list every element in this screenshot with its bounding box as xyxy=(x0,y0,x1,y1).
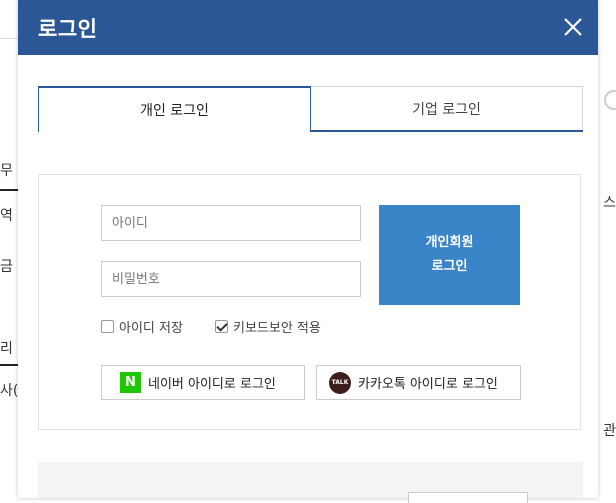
background-text: 사( xyxy=(0,383,19,399)
login-modal: 로그인 개인 로그인 기업 로그인 개인회원 로그인 아이디 저장 키보드보안 … xyxy=(18,0,598,503)
background-underline xyxy=(0,364,20,366)
id-input[interactable] xyxy=(101,205,361,241)
login-button[interactable]: 개인회원 로그인 xyxy=(379,205,520,305)
tab-corporate-login[interactable]: 기업 로그인 xyxy=(311,86,583,132)
bottom-panel xyxy=(38,462,583,503)
background-divider xyxy=(0,38,20,39)
background-text: 금 xyxy=(0,259,13,275)
checkbox-checked-icon xyxy=(215,320,228,333)
close-icon xyxy=(564,18,582,36)
background-text: 스 xyxy=(603,195,616,211)
tab-personal-login[interactable]: 개인 로그인 xyxy=(38,86,311,132)
close-button[interactable] xyxy=(560,14,586,40)
background-underline xyxy=(0,189,20,191)
tabs-underline xyxy=(311,130,583,132)
modal-header: 로그인 xyxy=(18,0,598,55)
kakao-login-button[interactable]: TALK 카카오톡 아이디로 로그인 xyxy=(316,365,521,400)
password-input[interactable] xyxy=(101,261,361,297)
background-text: 관 xyxy=(603,423,616,439)
keyboard-security-label: 키보드보안 적용 xyxy=(233,321,321,336)
kakao-login-label: 카카오톡 아이디로 로그인 xyxy=(358,377,498,392)
background-text: 리 xyxy=(0,341,13,357)
naver-login-button[interactable]: N 네이버 아이디로 로그인 xyxy=(101,365,305,400)
kakao-talk-icon: TALK xyxy=(329,371,351,394)
naver-login-label: 네이버 아이디로 로그인 xyxy=(148,377,276,392)
login-form: 개인회원 로그인 아이디 저장 키보드보안 적용 N 네이버 아이디로 로그인 … xyxy=(38,174,581,430)
save-id-checkbox[interactable]: 아이디 저장 xyxy=(101,317,183,336)
background-search-icon xyxy=(604,90,616,110)
background-text: 역 xyxy=(0,208,13,224)
login-button-line2: 로그인 xyxy=(431,259,468,274)
modal-title: 로그인 xyxy=(38,17,98,41)
login-button-line1: 개인회원 xyxy=(425,235,474,250)
naver-logo-icon: N xyxy=(120,372,141,393)
checkbox-icon xyxy=(101,320,114,333)
login-type-tabs: 개인 로그인 기업 로그인 xyxy=(38,86,583,134)
save-id-label: 아이디 저장 xyxy=(119,321,183,336)
background-text: 무 xyxy=(0,163,13,179)
keyboard-security-checkbox[interactable]: 키보드보안 적용 xyxy=(215,317,321,336)
